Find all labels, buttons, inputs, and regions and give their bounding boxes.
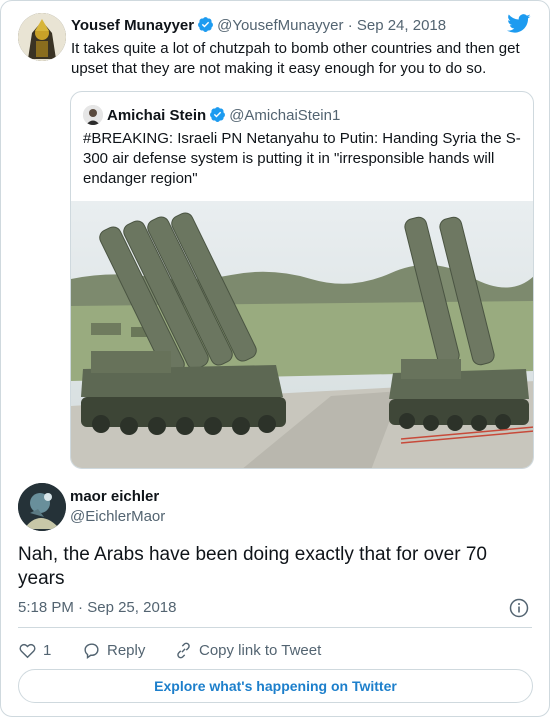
- copy-link-label: Copy link to Tweet: [199, 641, 322, 659]
- twitter-bird-icon[interactable]: [507, 14, 531, 34]
- verified-icon: [198, 17, 214, 32]
- reply-button[interactable]: Reply: [82, 639, 145, 661]
- quoted-author-handle: @AmichaiStein1: [229, 107, 341, 124]
- link-icon: [177, 642, 190, 658]
- verified-icon: [210, 107, 226, 122]
- separator: ·: [347, 17, 353, 34]
- tweet-text: Nah, the Arabs have been doing exactly t…: [18, 544, 487, 589]
- reply-icon: [84, 642, 99, 659]
- avatar: [83, 105, 103, 125]
- divider: [18, 627, 532, 628]
- quoted-tweet-header: Amichai Stein @AmichaiStein1: [83, 105, 340, 125]
- reply-label: Reply: [107, 641, 146, 659]
- separator: ·: [78, 599, 84, 616]
- quoted-author-name: Amichai Stein: [107, 107, 207, 124]
- tweet-header: Yousef Munayyer @YousefMunayyer · Sep 24,…: [71, 16, 446, 34]
- tweet-date[interactable]: Sep 24, 2018: [357, 17, 446, 34]
- author-name[interactable]: maor eichler: [70, 488, 159, 505]
- avatar[interactable]: [18, 483, 66, 531]
- copy-link-button[interactable]: Copy link to Tweet: [174, 639, 321, 661]
- quoted-tweet-image[interactable]: [71, 201, 534, 469]
- author-handle[interactable]: @EichlerMaor: [70, 508, 165, 525]
- tweet-timestamp[interactable]: 5:18 PM · Sep 25, 2018: [18, 599, 176, 616]
- heart-icon: [19, 643, 36, 658]
- tweet-time: 5:18 PM: [18, 599, 74, 616]
- author-name[interactable]: Yousef Munayyer: [71, 17, 194, 34]
- tweet-date: Sep 25, 2018: [87, 599, 177, 616]
- avatar[interactable]: [18, 13, 66, 61]
- quoted-tweet-text: #BREAKING: Israeli PN Netanyahu to Putin…: [83, 130, 521, 187]
- quoted-tweet[interactable]: Amichai Stein @AmichaiStein1 #BREAKING: I…: [70, 91, 534, 469]
- tweet-embed-card: Yousef Munayyer @YousefMunayyer · Sep 24,…: [0, 0, 550, 717]
- like-count: 1: [43, 641, 52, 659]
- explore-button[interactable]: Explore what's happening on Twitter: [18, 669, 533, 703]
- author-handle[interactable]: @YousefMunayyer: [217, 17, 343, 34]
- info-icon[interactable]: [509, 598, 529, 618]
- like-button[interactable]: 1: [18, 639, 51, 661]
- tweet-text: It takes quite a lot of chutzpah to bomb…: [71, 40, 520, 77]
